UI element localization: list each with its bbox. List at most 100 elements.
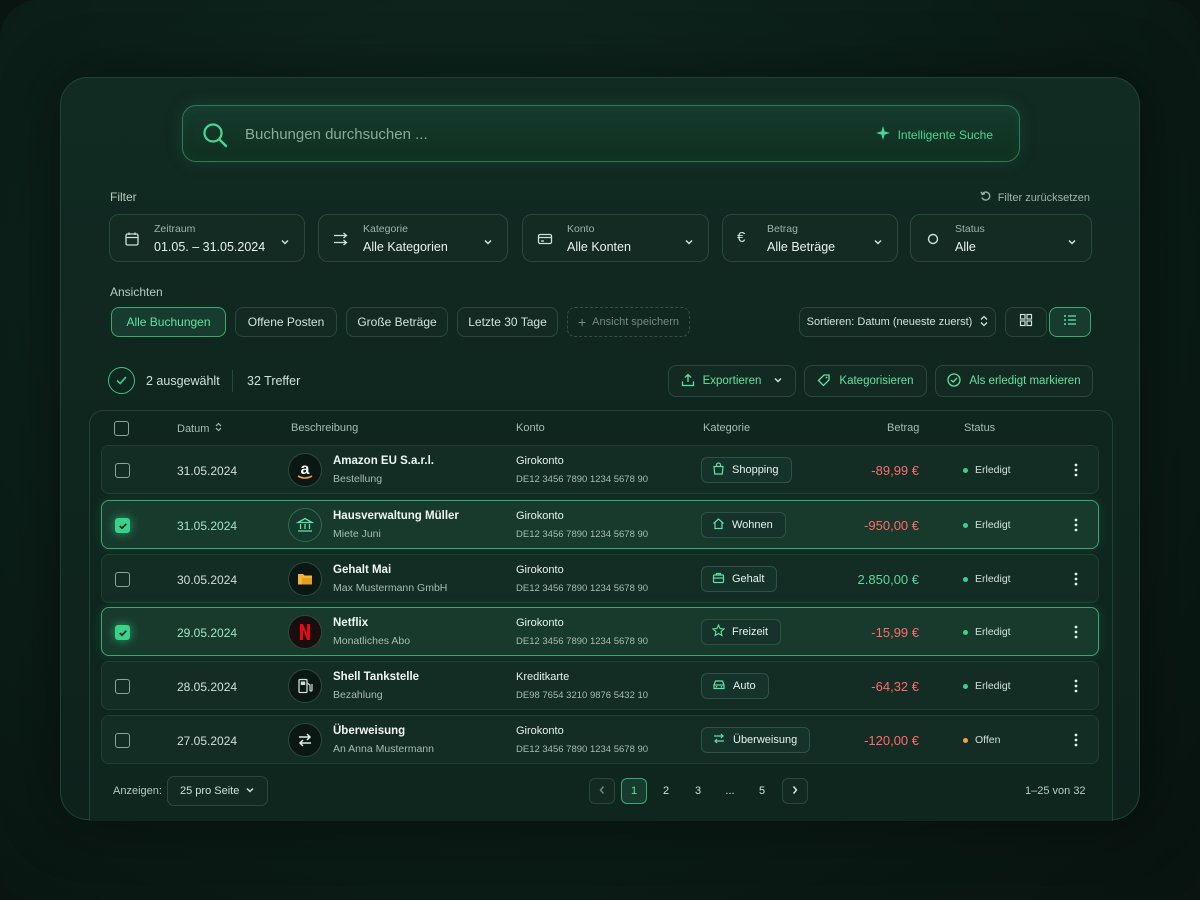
more-vertical-icon[interactable] <box>1074 518 1078 537</box>
row-subtitle: Bezahlung <box>333 689 383 701</box>
smart-search-button[interactable]: Intelligente Suche <box>875 126 993 143</box>
category-label: Auto <box>733 680 756 692</box>
page-button-2[interactable]: 2 <box>653 778 679 804</box>
chevron-down-icon <box>1067 234 1077 252</box>
folder-icon <box>288 562 322 596</box>
mark-done-button[interactable]: Als erledigt markieren <box>935 365 1093 397</box>
row-status: Offen <box>963 734 1001 746</box>
view-open-items[interactable]: Offene Posten <box>235 307 337 337</box>
row-iban: DE12 3456 7890 1234 5678 90 <box>516 583 649 594</box>
more-vertical-icon[interactable] <box>1074 733 1078 752</box>
status-label: Erledigt <box>975 573 1011 585</box>
status-label: Erledigt <box>975 626 1011 638</box>
table-row[interactable]: 27.05.2024 Überweisung An Anna Musterman… <box>101 715 1099 764</box>
chevron-right-icon <box>791 785 799 798</box>
category-chip[interactable]: Wohnen <box>701 512 786 538</box>
search-icon <box>201 121 229 154</box>
row-iban: DE98 7654 3210 9876 5432 10 <box>516 690 649 701</box>
filter-label: Betrag <box>767 223 798 235</box>
filter-status[interactable]: Status Alle <box>910 214 1092 262</box>
row-title: Überweisung <box>333 725 406 737</box>
page-button-5[interactable]: 5 <box>749 778 775 804</box>
page-range: 1–25 von 32 <box>1025 785 1086 797</box>
more-vertical-icon[interactable] <box>1074 463 1078 482</box>
filter-value: Alle Konten <box>567 240 631 254</box>
filter-reset-button[interactable]: Filter zurücksetzen <box>980 190 1090 205</box>
page-button-3[interactable]: 3 <box>685 778 711 804</box>
category-chip[interactable]: Gehalt <box>701 566 778 592</box>
search-bar[interactable]: Intelligente Suche <box>182 105 1020 163</box>
category-chip[interactable]: Auto <box>701 673 769 699</box>
search-input[interactable] <box>245 106 845 163</box>
table-row[interactable]: 30.05.2024 Gehalt Mai Max Mustermann Gmb… <box>101 554 1099 603</box>
row-title: Hausverwaltung Müller <box>333 510 459 522</box>
row-subtitle: Bestellung <box>333 473 383 485</box>
page-size-label: Anzeigen: <box>113 785 162 797</box>
page-size-select[interactable]: 25 pro Seite <box>167 776 268 806</box>
list-view-toggle[interactable] <box>1049 307 1091 337</box>
row-status: Erledigt <box>963 680 1011 692</box>
export-button[interactable]: Exportieren <box>668 365 796 397</box>
upload-icon <box>681 373 695 390</box>
selection-check-icon[interactable] <box>108 367 135 394</box>
more-vertical-icon[interactable] <box>1074 625 1078 644</box>
chevron-down-icon <box>873 234 883 252</box>
category-label: Gehalt <box>732 573 765 585</box>
filter-value: Alle <box>955 240 976 254</box>
card-icon <box>537 231 553 247</box>
sort-dropdown[interactable]: Sortieren: Datum (neueste zuerst) <box>799 307 996 337</box>
row-checkbox[interactable] <box>115 733 130 748</box>
svg-text:a: a <box>301 461 310 478</box>
sparkle-icon <box>875 126 890 143</box>
filter-betrag[interactable]: € Betrag Alle Beträge <box>722 214 898 262</box>
category-chip[interactable]: Freizeit <box>701 619 782 645</box>
view-all-bookings[interactable]: Alle Buchungen <box>111 307 226 337</box>
filter-kategorie[interactable]: Kategorie Alle Kategorien <box>318 214 508 262</box>
next-page-button[interactable] <box>782 778 808 804</box>
status-label: Erledigt <box>975 519 1011 531</box>
filter-konto[interactable]: Konto Alle Konten <box>522 214 709 262</box>
category-label: Überweisung <box>733 734 798 746</box>
row-status: Erledigt <box>963 519 1011 531</box>
row-title: Shell Tankstelle <box>333 671 420 683</box>
status-dot-icon <box>963 629 968 635</box>
grid-view-toggle[interactable] <box>1005 307 1047 337</box>
more-vertical-icon[interactable] <box>1074 679 1078 698</box>
row-subtitle: Miete Juni <box>333 528 381 540</box>
row-amount: -120,00 € <box>864 733 919 748</box>
status-dot-icon <box>963 737 968 743</box>
column-date[interactable]: Datum <box>177 422 222 435</box>
view-last-30-days[interactable]: Letzte 30 Tage <box>457 307 558 337</box>
more-vertical-icon[interactable] <box>1074 572 1078 591</box>
filter-label: Zeitraum <box>154 223 196 235</box>
filter-zeitraum[interactable]: Zeitraum 01.05. – 31.05.2024 <box>109 214 305 262</box>
prev-page-button[interactable] <box>589 778 615 804</box>
category-chip[interactable]: Shopping <box>701 457 792 483</box>
categorize-button[interactable]: Kategorisieren <box>804 365 927 397</box>
category-chip[interactable]: Überweisung <box>701 727 811 753</box>
row-checkbox[interactable] <box>115 518 130 533</box>
row-account: Girokonto <box>516 455 564 467</box>
row-status: Erledigt <box>963 626 1011 638</box>
category-label: Freizeit <box>732 626 769 638</box>
page-button-1[interactable]: 1 <box>621 778 647 804</box>
view-large-amounts[interactable]: Große Beträge <box>346 307 448 337</box>
row-amount: -15,99 € <box>871 625 919 640</box>
row-account: Girokonto <box>516 510 564 522</box>
row-checkbox[interactable] <box>115 463 130 478</box>
table-row[interactable]: 29.05.2024 Netflix Monatliches Abo Girok… <box>101 607 1099 656</box>
euro-icon: € <box>737 229 746 246</box>
row-subtitle: An Anna Mustermann <box>333 743 434 755</box>
table-row[interactable]: 28.05.2024 Shell Tankstelle Bezahlung Kr… <box>101 661 1099 710</box>
transfer-icon <box>288 723 322 757</box>
sort-icon <box>215 422 222 435</box>
row-checkbox[interactable] <box>115 625 130 640</box>
save-view-button[interactable]: + Ansicht speichern <box>567 307 690 337</box>
row-checkbox[interactable] <box>115 679 130 694</box>
row-checkbox[interactable] <box>115 572 130 587</box>
select-all-checkbox[interactable] <box>114 421 129 436</box>
table-row[interactable]: 31.05.2024 a Amazon EU S.a.r.l. Bestellu… <box>101 445 1099 494</box>
table-row[interactable]: 31.05.2024 Hausverwaltung Müller Miete J… <box>101 500 1099 549</box>
chevron-left-icon <box>598 785 606 798</box>
amazon-logo-icon: a <box>288 453 322 487</box>
